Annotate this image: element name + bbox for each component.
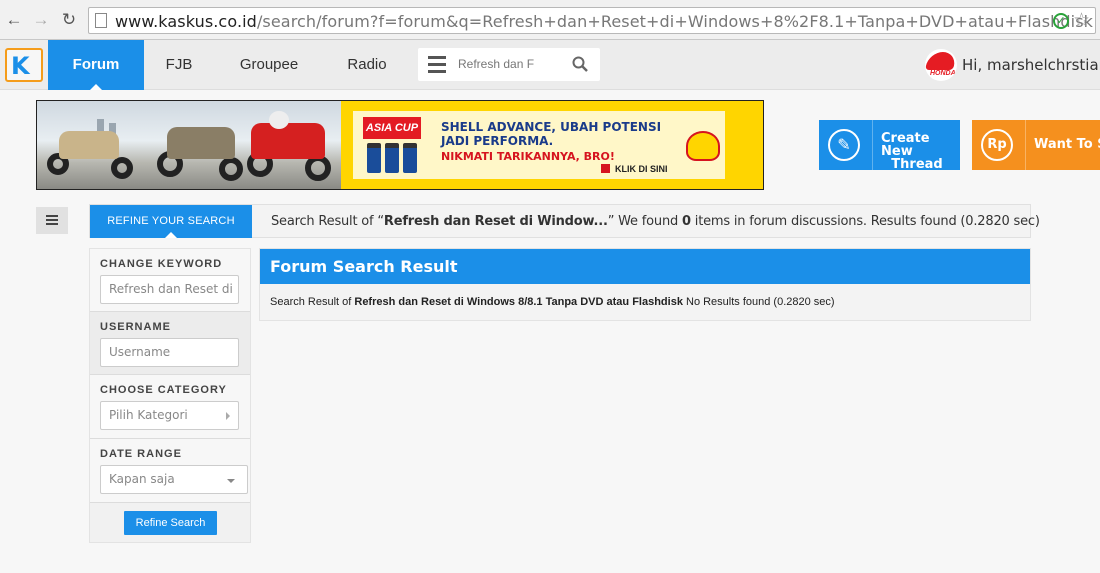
nav-tab-fjb[interactable]: FJB (152, 40, 206, 90)
banner-photo (37, 101, 341, 189)
result-title: Forum Search Result (260, 249, 1030, 284)
create-thread-button[interactable]: ✎ Create New Thread (819, 120, 960, 172)
category-select[interactable]: Pilih Kategori (100, 401, 239, 430)
keyword-label: CHANGE KEYWORD (100, 258, 223, 270)
check-icon[interactable]: ✓ (1053, 13, 1069, 29)
username-input[interactable]: Username (100, 338, 239, 367)
user-greeting[interactable]: Hi, marshelchrstian (962, 56, 1100, 74)
banner-ad[interactable]: ASIA CUP SHELL ADVANCE, UBAH POTENSI JAD… (36, 100, 764, 190)
create-thread-label: Create New Thread (881, 131, 943, 172)
reload-icon[interactable]: ↻ (58, 9, 80, 31)
keyword-input[interactable]: Refresh dan Reset di (100, 275, 239, 304)
pencil-icon: ✎ (828, 129, 860, 161)
back-icon[interactable]: ← (3, 9, 25, 31)
browser-toolbar: ← → ↻ www.kaskus.co.id/search/forum?f=fo… (0, 0, 1100, 40)
ad-cta[interactable]: KLIK DI SINI (601, 164, 668, 174)
header-search (418, 48, 600, 81)
refine-sidebar: CHANGE KEYWORD Refresh dan Reset di USER… (89, 248, 251, 543)
url-host: www.kaskus.co.id (115, 12, 257, 31)
shell-logo-icon (686, 131, 720, 161)
chevron-right-icon (226, 412, 230, 420)
nav-tab-groupee[interactable]: Groupee (228, 40, 310, 90)
want-to-sell-label: Want To Se (1034, 137, 1100, 152)
site-header: K Forum FJB Groupee Radio HONDA Hi, mars… (0, 40, 1100, 90)
url-path: /search/forum?f=forum&q=Refresh+dan+Rese… (256, 12, 1093, 31)
username-section: USERNAME Username (90, 312, 250, 375)
forward-icon[interactable]: → (30, 9, 52, 31)
search-input[interactable] (458, 53, 558, 75)
ad-cta-label: KLIK DI SINI (615, 164, 668, 174)
keyword-section: CHANGE KEYWORD Refresh dan Reset di (90, 249, 250, 312)
nav-tab-forum[interactable]: Forum (48, 40, 144, 90)
category-label: CHOOSE CATEGORY (100, 384, 227, 396)
search-icon[interactable] (572, 56, 588, 72)
kaskus-logo[interactable]: K (5, 48, 43, 82)
refine-search-button[interactable]: Refine Search (124, 511, 217, 535)
asia-cup-logo: ASIA CUP (363, 117, 421, 139)
star-icon[interactable]: ☆ (1073, 9, 1090, 32)
play-icon (601, 164, 610, 173)
logo-letter: K (11, 52, 30, 80)
rupiah-icon: Rp (981, 129, 1013, 161)
forum-search-result: Forum Search Result Search Result of Ref… (259, 248, 1031, 321)
chevron-down-icon (227, 479, 235, 483)
address-bar[interactable]: www.kaskus.co.id/search/forum?f=forum&q=… (88, 7, 1096, 34)
username-label: USERNAME (100, 321, 171, 333)
ad-headline-line2: JADI PERFORMA. (441, 134, 554, 148)
date-section: DATE RANGE Kapan saja (90, 439, 250, 503)
shell-ad: ASIA CUP SHELL ADVANCE, UBAH POTENSI JAD… (353, 111, 725, 179)
result-text: Search Result of Refresh dan Reset di Wi… (270, 296, 835, 308)
list-toggle-icon[interactable] (36, 207, 68, 234)
url-text[interactable]: www.kaskus.co.id/search/forum?f=forum&q=… (115, 12, 1093, 31)
page-icon (95, 13, 107, 28)
date-select[interactable]: Kapan saja (100, 465, 248, 494)
ad-headline-line1: SHELL ADVANCE, UBAH POTENSI (441, 120, 662, 134)
ad-headline: SHELL ADVANCE, UBAH POTENSI JADI PERFORM… (441, 120, 661, 148)
avatar[interactable]: HONDA (925, 49, 957, 81)
nav-tab-radio[interactable]: Radio (336, 40, 398, 90)
date-label: DATE RANGE (100, 448, 182, 460)
search-summary: Search Result of “Refresh dan Reset di W… (271, 214, 1040, 229)
ad-subline: NIKMATI TARIKANNYA, BRO! (441, 150, 615, 163)
want-to-sell-button[interactable]: Rp Want To Se (972, 120, 1100, 170)
menu-icon[interactable] (428, 56, 446, 73)
refine-search-tab[interactable]: REFINE YOUR SEARCH (90, 205, 252, 238)
search-summary-bar: REFINE YOUR SEARCH Search Result of “Ref… (89, 204, 1040, 238)
category-section: CHOOSE CATEGORY Pilih Kategori (90, 375, 250, 439)
